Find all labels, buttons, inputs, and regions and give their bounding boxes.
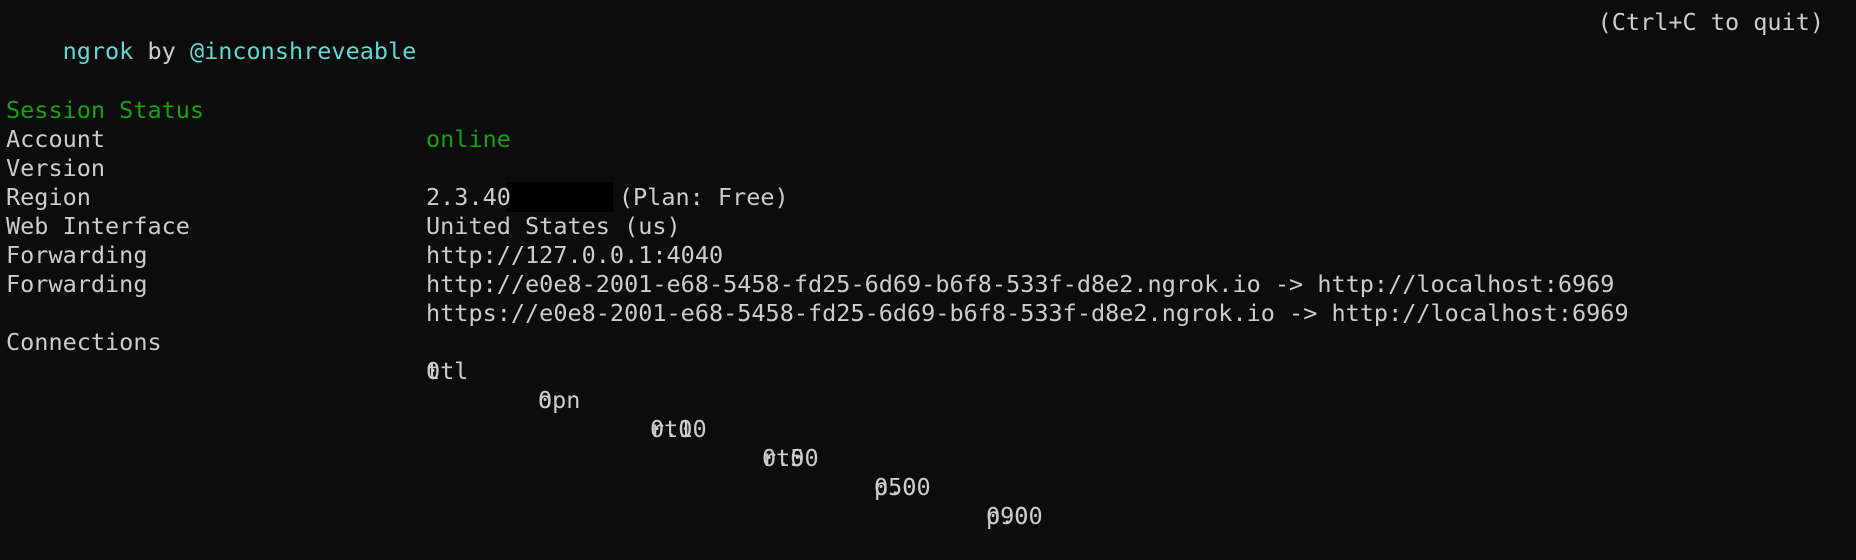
forwarding-row: Forwarding http://e0e8-2001-e68-5458-fd2… bbox=[0, 212, 1700, 298]
header-line: ngrok by @inconshreveable bbox=[6, 8, 417, 65]
connections-values-row: 0 0 0.00 0.00 0.00 0.00 bbox=[0, 328, 1200, 530]
forwarding-row: Forwarding https://e0e8-2001-e68-5458-fd… bbox=[0, 241, 1700, 327]
app-name: ngrok bbox=[62, 37, 134, 65]
forwarding-label: Forwarding bbox=[6, 270, 148, 298]
connections-value-p90: 0.00 bbox=[986, 502, 1043, 530]
connections-header-row: Connections ttl opn rt1 rt5 p50 p90 bbox=[0, 299, 1200, 530]
session-status-row: Session Status online bbox=[0, 67, 1200, 153]
connections-value-ttl: 0 bbox=[426, 357, 441, 385]
account-row: Account (Plan: Free) bbox=[0, 96, 1200, 212]
web-interface-row: Web Interface http://127.0.0.1:4040 bbox=[0, 183, 1200, 269]
connections-value-rt1: 0.00 bbox=[650, 415, 707, 443]
forwarding-http-value[interactable]: http://e0e8-2001-e68-5458-fd25-6d69-b6f8… bbox=[426, 270, 1614, 299]
by-text: by bbox=[133, 37, 190, 65]
author-name: @inconshreveable bbox=[189, 37, 417, 65]
quit-hint: (Ctrl+C to quit) bbox=[1597, 8, 1824, 36]
connections-value-rt5: 0.00 bbox=[762, 444, 819, 472]
terminal-window: ngrok by @inconshreveable (Ctrl+C to qui… bbox=[0, 0, 1856, 530]
region-row: Region United States (us) bbox=[0, 154, 1200, 240]
connections-value-p50: 0.00 bbox=[874, 473, 931, 501]
version-row: Version 2.3.40 bbox=[0, 125, 1200, 211]
connections-value-opn: 0 bbox=[538, 386, 553, 414]
